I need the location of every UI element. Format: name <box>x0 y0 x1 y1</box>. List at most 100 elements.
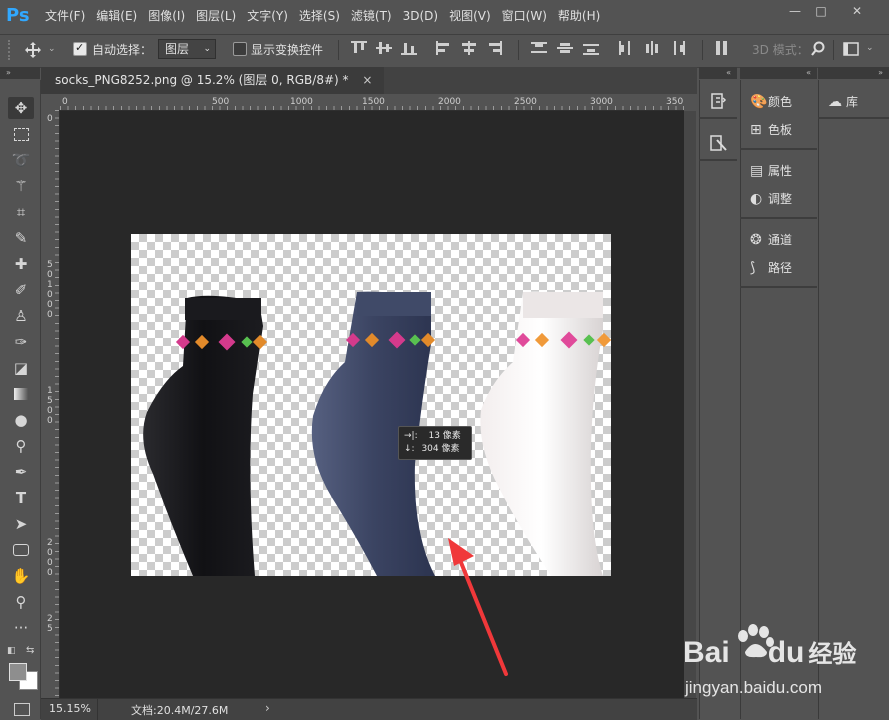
shape-tool[interactable] <box>8 539 34 561</box>
double-chevron-icon: « <box>806 68 811 77</box>
menu-help[interactable]: 帮助(H) <box>553 0 605 32</box>
menu-layer[interactable]: 图层(L) <box>191 0 241 32</box>
panel-swatches[interactable]: ⊞ 色板 <box>750 117 816 143</box>
tools-collapse-strip[interactable]: » <box>0 67 40 79</box>
align-left-icon[interactable] <box>436 41 452 55</box>
menu-view[interactable]: 视图(V) <box>444 0 496 32</box>
type-tool[interactable]: T <box>8 487 34 509</box>
foreground-color-swatch[interactable] <box>9 663 27 681</box>
menu-image[interactable]: 图像(I) <box>143 0 190 32</box>
move-tool[interactable]: ✥ <box>8 97 34 119</box>
eyedropper-tool[interactable]: ✎ <box>8 227 34 249</box>
history-icon[interactable] <box>709 92 727 110</box>
history-brush-tool[interactable]: ✑ <box>8 331 34 353</box>
ruler-horizontal[interactable]: 0 500 1000 1500 2000 2500 3000 350 <box>60 96 684 111</box>
vertical-scrollbar[interactable] <box>684 111 696 698</box>
adjustments-icon: ◐ <box>750 191 763 207</box>
path-selection-tool[interactable]: ➤ <box>8 513 34 535</box>
panel-paths-label: 路径 <box>768 261 793 275</box>
distribute-top-icon[interactable] <box>531 41 547 55</box>
blur-tool[interactable]: ● <box>8 409 34 431</box>
baidu-watermark: Bai du 经验 jingyan.baidu.com <box>683 620 889 710</box>
show-transform-checkbox[interactable] <box>233 42 247 56</box>
marquee-tool[interactable] <box>8 123 34 145</box>
panel-collapse-strip[interactable]: « <box>740 67 817 79</box>
align-vcenter-icon[interactable] <box>376 41 392 55</box>
menu-filter[interactable]: 滤镜(T) <box>346 0 397 32</box>
menu-window[interactable]: 窗口(W) <box>497 0 552 32</box>
crop-tool[interactable]: ⌗ <box>8 201 34 223</box>
measure-tooltip: →|: 13 像素 ↓: 304 像素 <box>398 426 472 460</box>
more-tools[interactable]: ··· <box>8 617 34 639</box>
align-bottom-icon[interactable] <box>401 41 417 55</box>
options-bar-grip[interactable] <box>8 40 18 60</box>
dodge-tool[interactable]: ⚲ <box>8 435 34 457</box>
quick-mask-icon[interactable] <box>14 703 30 716</box>
distribute-left-icon[interactable] <box>618 41 634 55</box>
align-top-icon[interactable] <box>351 41 367 55</box>
tool-presets-icon[interactable] <box>709 134 729 154</box>
menu-edit[interactable]: 编辑(E) <box>91 0 142 32</box>
panel-libraries[interactable]: ☁ 库 <box>828 89 889 115</box>
menu-type[interactable]: 文字(Y) <box>242 0 293 32</box>
zoom-tool[interactable]: ⚲ <box>8 591 34 613</box>
panel-paths[interactable]: ⟆ 路径 <box>750 255 816 281</box>
distribute-hcenter-icon[interactable] <box>644 41 660 55</box>
maximize-button[interactable]: □ <box>810 4 832 18</box>
magic-wand-tool[interactable]: ⚚ <box>8 175 34 197</box>
move-tool-icon[interactable] <box>24 41 42 59</box>
menu-select[interactable]: 选择(S) <box>294 0 345 32</box>
panel-properties[interactable]: ▤ 属性 <box>750 158 816 184</box>
menu-file[interactable]: 文件(F) <box>40 0 90 32</box>
status-menu-arrow-icon[interactable]: › <box>265 701 270 715</box>
align-hcenter-icon[interactable] <box>461 41 477 55</box>
default-colors-icon[interactable]: ◧ <box>7 646 16 656</box>
brush-tool[interactable]: ✐ <box>8 279 34 301</box>
ruler-label: 0 <box>47 568 53 578</box>
document-tab[interactable]: socks_PNG8252.png @ 15.2% (图层 0, RGB/8#)… <box>41 67 385 94</box>
ruler-vertical[interactable]: 0 5 0 1 0 0 0 1 5 0 0 2 0 0 0 2 5 <box>41 110 60 698</box>
document-tab-title: socks_PNG8252.png @ 15.2% (图层 0, RGB/8#)… <box>55 73 349 87</box>
rounded-rect-icon <box>13 544 29 556</box>
auto-align-icon[interactable] <box>714 41 730 55</box>
tool-preset-chevron-icon[interactable]: ⌄ <box>48 44 56 54</box>
healing-tool[interactable]: ✚ <box>8 253 34 275</box>
search-icon[interactable] <box>810 41 826 57</box>
auto-select-target-dropdown[interactable]: 图层 ⌄ <box>158 39 216 59</box>
menu-3d[interactable]: 3D(D) <box>398 0 443 32</box>
distribute-right-icon[interactable] <box>670 41 686 55</box>
auto-select-checkbox[interactable] <box>73 41 87 56</box>
distribute-bottom-icon[interactable] <box>583 41 599 55</box>
stamp-tool[interactable]: ♙ <box>8 305 34 327</box>
divider <box>518 40 519 60</box>
minimize-button[interactable]: — <box>784 4 806 18</box>
pen-tool[interactable]: ✒ <box>8 461 34 483</box>
ruler-ticks <box>60 106 684 110</box>
hand-tool[interactable]: ✋ <box>8 565 34 587</box>
gradient-tool[interactable] <box>8 383 34 405</box>
panel-swatches-label: 色板 <box>768 123 793 137</box>
tab-close-icon[interactable]: × <box>362 73 372 87</box>
distribute-vcenter-icon[interactable] <box>557 41 573 55</box>
ruler-label: 0 <box>47 290 53 300</box>
divider <box>338 40 339 60</box>
panel-channels[interactable]: ❂ 通道 <box>750 227 816 253</box>
zoom-level[interactable]: 15.15% <box>49 702 91 715</box>
panel-collapse-strip[interactable]: » <box>818 67 889 79</box>
channels-icon: ❂ <box>750 232 762 248</box>
workspace-chevron-icon[interactable]: ⌄ <box>866 43 874 53</box>
panel-collapse-strip[interactable]: « <box>699 67 737 79</box>
divider <box>833 40 834 60</box>
pen-icon: ✒ <box>14 463 28 481</box>
panel-color[interactable]: 🎨颜色 <box>750 89 816 115</box>
align-right-icon[interactable] <box>486 41 502 55</box>
panel-adjustments[interactable]: ◐ 调整 <box>750 186 816 212</box>
workspace-icon[interactable] <box>843 42 859 56</box>
document-image[interactable] <box>131 234 611 576</box>
lasso-tool[interactable]: ➰ <box>8 149 34 171</box>
ruler-label: 0 <box>47 270 53 280</box>
eraser-tool[interactable]: ◪ <box>8 357 34 379</box>
close-window-button[interactable]: ✕ <box>846 4 868 18</box>
swap-colors-icon[interactable]: ⇆ <box>26 645 34 656</box>
ruler-label: 0 <box>47 416 53 426</box>
